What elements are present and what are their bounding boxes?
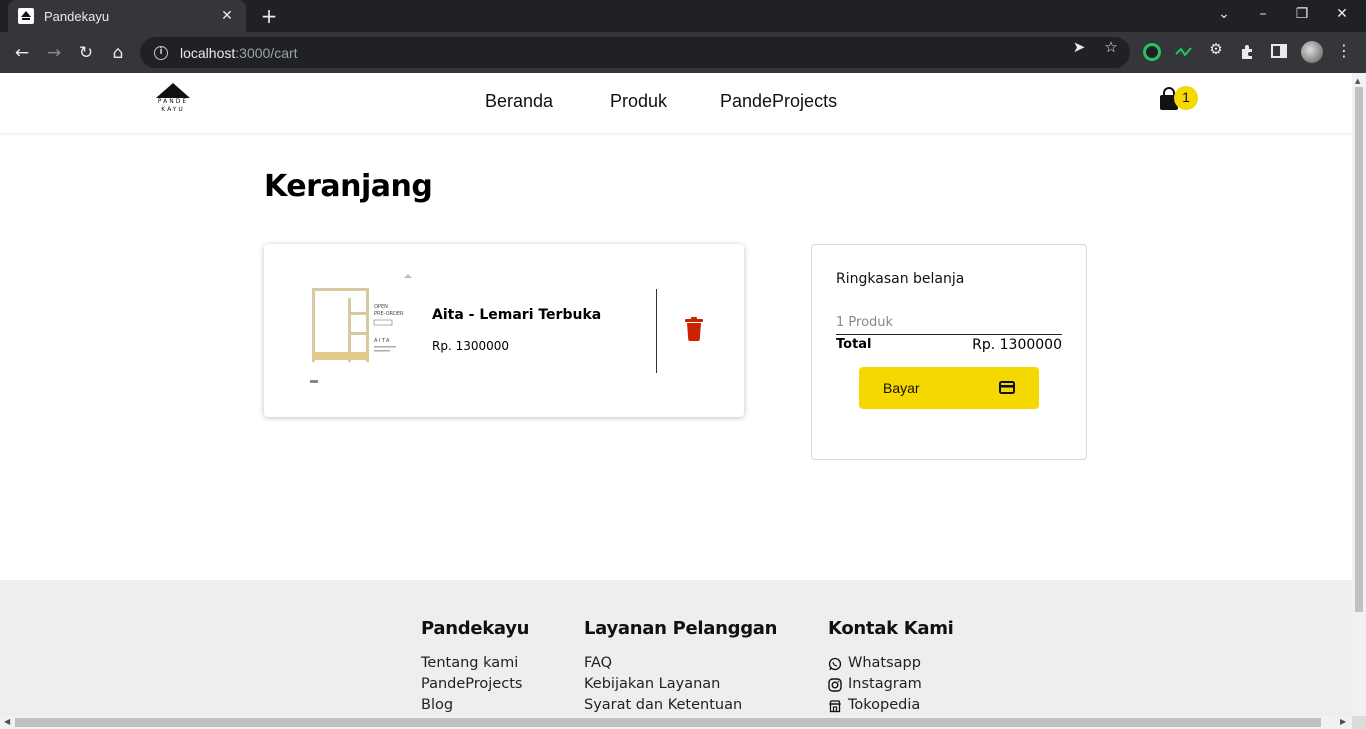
footer-link-pandeprojects[interactable]: PandeProjects [421, 674, 529, 695]
profile-avatar[interactable] [1301, 41, 1323, 63]
footer-link-tentang-kami[interactable]: Tentang kami [421, 653, 529, 674]
product-name[interactable]: Aita - Lemari Terbuka [432, 307, 601, 323]
back-icon[interactable]: ← [10, 41, 34, 65]
close-window-icon[interactable]: ✕ [1332, 6, 1352, 22]
browser-menu-icon[interactable]: ⋮ [1336, 41, 1352, 60]
browser-toolbar: ← → ↻ ⌂ i localhost:3000/cart ➤ ☆ ⚙ ⋮ [0, 32, 1366, 73]
home-icon[interactable]: ⌂ [106, 41, 130, 65]
extension-wave-icon[interactable] [1175, 43, 1193, 61]
favicon-icon [18, 8, 34, 24]
cart-item-card: OPEN PRE-ORDER AITA Aita - Lemari Terbuk… [264, 244, 744, 417]
logo-text-line2: KAYU [161, 106, 185, 113]
tab-title: Pandekayu [44, 8, 110, 24]
extensions-puzzle-icon[interactable] [1239, 43, 1257, 61]
tab-close-icon[interactable]: ✕ [218, 8, 236, 24]
footer-link-label: Instagram [848, 676, 922, 692]
footer-col-layanan: Layanan Pelanggan FAQ Kebijakan Layanan … [584, 618, 777, 716]
footer-link-whatsapp[interactable]: Whatsapp [828, 653, 954, 674]
instagram-icon [828, 677, 842, 692]
footer-col-pandekayu: Pandekayu Tentang kami PandeProjects Blo… [421, 618, 529, 716]
browser-tab-bar: Pandekayu ✕ + ⌄ – ❐ ✕ [0, 0, 1366, 32]
footer-heading: Layanan Pelanggan [584, 618, 778, 639]
summary-title: Ringkasan belanja [836, 271, 965, 287]
summary-divider [836, 334, 1062, 335]
footer-heading: Pandekayu [421, 618, 530, 639]
order-summary-card: Ringkasan belanja 1 Produk Total Rp. 130… [811, 244, 1087, 460]
browser-tab[interactable]: Pandekayu ✕ [8, 0, 246, 32]
extension-green-icon[interactable] [1143, 43, 1161, 61]
site-logo[interactable]: PANDE KAYU [155, 83, 191, 119]
footer-link-tokopedia[interactable]: Tokopedia [828, 695, 954, 716]
footer-link-label: Tokopedia [848, 697, 921, 713]
logo-text-line1: PANDE [157, 98, 189, 105]
site-info-icon[interactable]: i [154, 45, 168, 60]
page-viewport: PANDE KAYU Beranda Produk PandeProjects … [0, 73, 1352, 716]
nav-link-beranda[interactable]: Beranda [485, 91, 553, 112]
item-divider [656, 289, 657, 373]
tab-search-icon[interactable]: ⌄ [1214, 6, 1234, 22]
horizontal-scroll-thumb[interactable] [15, 718, 1321, 727]
footer-link-faq[interactable]: FAQ [584, 653, 777, 674]
scroll-up-icon[interactable]: ▲ [1355, 77, 1360, 85]
footer-link-blog[interactable]: Blog [421, 695, 529, 716]
nav-link-pandeprojects[interactable]: PandeProjects [720, 91, 837, 112]
trash-icon[interactable] [684, 317, 704, 341]
whatsapp-icon [828, 657, 842, 670]
horizontal-scrollbar[interactable]: ◀ ▶ [0, 716, 1352, 729]
url-text[interactable]: localhost:3000/cart [180, 45, 298, 61]
scrollbar-corner [1352, 716, 1366, 729]
side-panel-icon[interactable] [1271, 43, 1289, 61]
site-header: PANDE KAYU Beranda Produk PandeProjects … [0, 73, 1352, 133]
product-image-name-text: AITA [374, 338, 391, 344]
footer-link-kebijakan[interactable]: Kebijakan Layanan [584, 674, 777, 695]
store-icon [829, 699, 841, 712]
summary-total-label: Total [836, 337, 872, 352]
footer-link-instagram[interactable]: Instagram [828, 674, 954, 695]
pay-button[interactable]: Bayar [859, 367, 1039, 409]
address-bar[interactable]: i localhost:3000/cart [140, 37, 1130, 68]
new-tab-button[interactable]: + [258, 5, 280, 27]
scroll-right-icon[interactable]: ▶ [1340, 717, 1346, 726]
footer-heading: Kontak Kami [828, 618, 954, 639]
product-image-preorder-text: PRE-ORDER [374, 311, 404, 317]
product-price: Rp. 1300000 [432, 339, 510, 353]
minimize-icon[interactable]: – [1253, 6, 1273, 22]
send-icon[interactable]: ➤ [1069, 38, 1089, 56]
nav-link-produk[interactable]: Produk [610, 91, 667, 112]
vertical-scroll-thumb[interactable] [1355, 87, 1363, 612]
scroll-left-icon[interactable]: ◀ [4, 717, 10, 726]
extension-gear-icon[interactable]: ⚙ [1206, 40, 1226, 58]
url-path: :3000/cart [235, 44, 298, 61]
forward-icon[interactable]: → [42, 41, 66, 65]
reload-icon[interactable]: ↻ [74, 41, 98, 65]
cart-count-badge[interactable]: 1 [1174, 86, 1198, 110]
restore-icon[interactable]: ❐ [1292, 6, 1312, 22]
site-footer: Pandekayu Tentang kami PandeProjects Blo… [0, 580, 1352, 716]
logo-triangle-icon [156, 83, 190, 98]
footer-link-label: Whatsapp [848, 655, 921, 671]
product-image[interactable]: OPEN PRE-ORDER AITA [308, 270, 412, 388]
footer-link-syarat[interactable]: Syarat dan Ketentuan [584, 695, 777, 716]
summary-product-count: 1 Produk [836, 315, 894, 330]
pay-button-label: Bayar [883, 380, 920, 396]
credit-card-icon [999, 379, 1015, 398]
product-image-open-text: OPEN [374, 304, 388, 310]
summary-total-value: Rp. 1300000 [972, 337, 1062, 353]
url-host: localhost [180, 44, 236, 61]
vertical-scrollbar[interactable]: ▲ [1352, 73, 1366, 716]
page-title: Keranjang [264, 169, 433, 204]
bookmark-star-icon[interactable]: ☆ [1101, 38, 1121, 56]
footer-col-kontak: Kontak Kami Whatsapp Instagram Tokopedia [828, 618, 954, 716]
